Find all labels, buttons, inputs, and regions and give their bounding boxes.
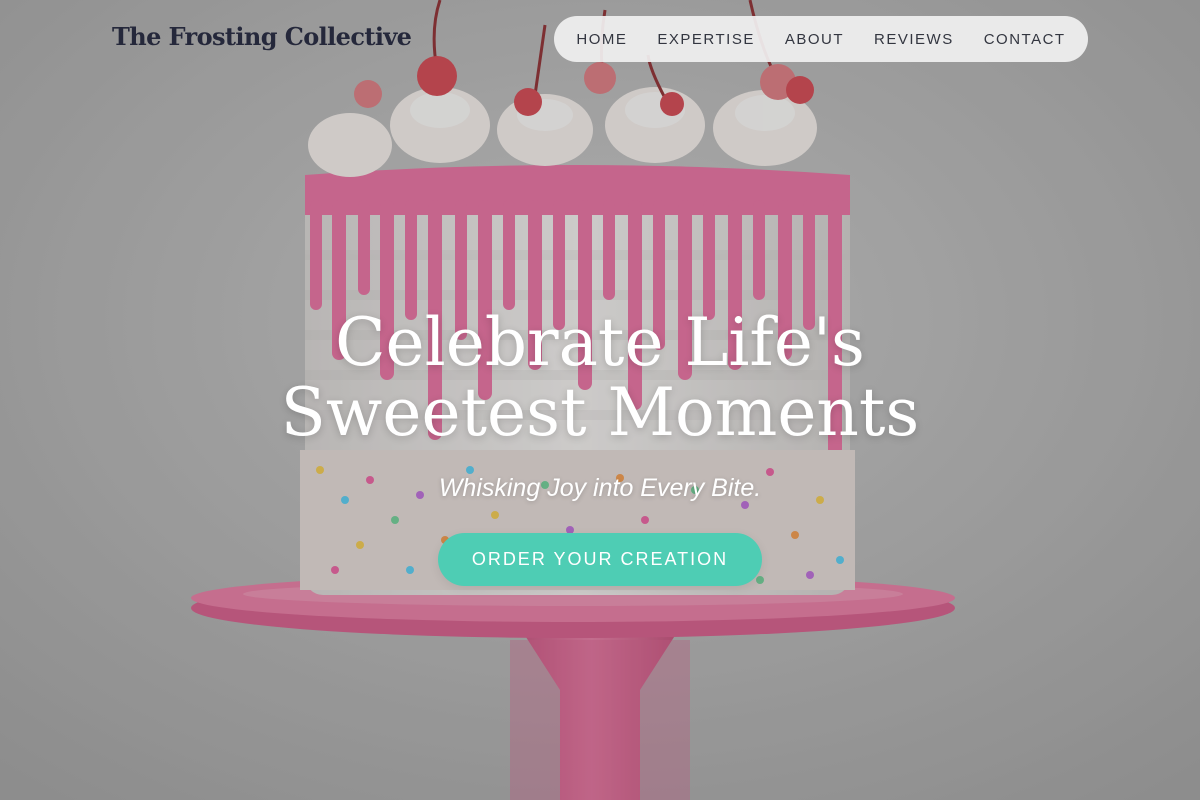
hero-title: Celebrate Life's Sweetest Moments [0, 308, 1200, 448]
brand-logo[interactable]: The Frosting Collective [112, 22, 412, 51]
main-nav: HOME EXPERTISE ABOUT REVIEWS CONTACT [554, 16, 1088, 62]
nav-item-expertise[interactable]: EXPERTISE [657, 31, 754, 48]
hero-title-line-1: Celebrate Life's [335, 304, 865, 381]
nav-item-contact[interactable]: CONTACT [984, 31, 1066, 48]
hero-section: The Frosting Collective HOME EXPERTISE A… [0, 0, 1200, 800]
nav-item-home[interactable]: HOME [576, 31, 627, 48]
hero-title-line-2: Sweetest Moments [280, 374, 920, 451]
hero-tagline: Whisking Joy into Every Bite. [438, 474, 762, 502]
nav-item-reviews[interactable]: REVIEWS [874, 31, 954, 48]
nav-item-about[interactable]: ABOUT [785, 31, 844, 48]
order-creation-button[interactable]: ORDER YOUR CREATION [438, 533, 762, 586]
